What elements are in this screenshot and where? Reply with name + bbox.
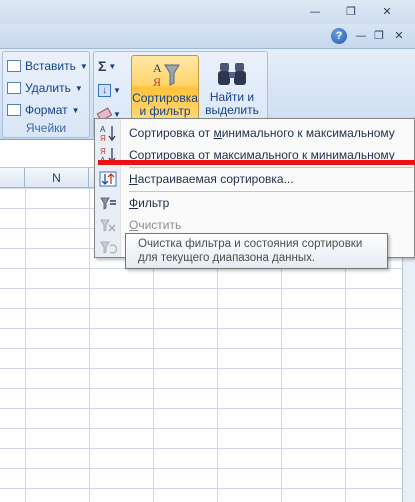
menu-item-label: Сортировка от минимального к максимально… <box>129 126 395 140</box>
restore-icon[interactable]: ❐ <box>340 3 362 21</box>
delete-label: Удалить <box>25 81 71 95</box>
insert-label: Вставить <box>25 59 76 73</box>
menu-item-sort-ascending[interactable]: A Я Сортировка от минимального к максима… <box>96 122 414 144</box>
filter-icon <box>96 192 120 214</box>
find-select-label-line2: выделить <box>205 103 259 117</box>
clear-tooltip: Очистка фильтра и состояния сортировки д… <box>125 233 388 269</box>
reapply-filter-icon <box>96 236 120 258</box>
svg-text:Я: Я <box>100 147 106 156</box>
custom-sort-icon <box>96 168 120 190</box>
workbook-restore-icon[interactable]: ❐ <box>368 27 390 45</box>
delete-cells-icon <box>7 82 21 94</box>
sort-and-filter-button[interactable]: A Я Сортировка и фильтр <box>131 55 199 121</box>
sort-ascending-icon: A Я <box>96 122 120 144</box>
workbook-close-icon[interactable]: ✕ <box>388 27 410 45</box>
menu-item-custom-sort[interactable]: Настраиваемая сортировка... <box>96 168 414 190</box>
red-annotation-line <box>98 160 415 165</box>
close-icon[interactable]: ✕ <box>376 3 398 21</box>
format-cells-icon <box>7 104 21 116</box>
tooltip-line-1: Очистка фильтра и состояния сортировки <box>138 238 363 250</box>
find-and-select-button[interactable]: Найти и выделить <box>198 55 266 121</box>
format-button[interactable]: Формат ▼ <box>7 100 89 120</box>
column-header-partial[interactable] <box>0 168 25 188</box>
ribbon-tab-row: ? — ❐ ✕ <box>0 24 415 48</box>
sort-filter-label-line2: и фильтр <box>139 104 191 118</box>
help-icon[interactable]: ? <box>331 28 347 44</box>
sigma-icon: Σ <box>98 58 107 74</box>
minimize-icon[interactable]: — <box>304 3 326 21</box>
sort-filter-icon: A Я <box>132 58 198 92</box>
autosum-button[interactable]: Σ ▼ <box>98 56 126 76</box>
fill-down-icon: ↓ <box>98 83 111 97</box>
cells-group: Вставить ▼ Удалить ▼ Формат ▼ Ячейки <box>2 51 90 138</box>
menu-item-filter[interactable]: Фильтр <box>96 192 414 214</box>
menu-item-label: Настраиваемая сортировка... <box>129 172 294 186</box>
svg-text:A: A <box>100 125 106 134</box>
column-header-n[interactable]: N <box>25 168 89 188</box>
menu-item-label: Фильтр <box>129 196 170 210</box>
svg-text:A: A <box>153 61 162 75</box>
binoculars-icon <box>198 57 266 91</box>
fill-button[interactable]: ↓ ▼ <box>98 80 126 100</box>
title-bar: — ❐ ✕ <box>0 0 415 24</box>
chevron-down-icon: ▼ <box>79 61 88 71</box>
svg-text:Я: Я <box>100 134 106 142</box>
format-label: Формат <box>25 103 68 117</box>
chevron-down-icon: ▼ <box>113 85 121 95</box>
insert-button[interactable]: Вставить ▼ <box>7 56 89 76</box>
clear-filter-icon <box>96 214 120 236</box>
tooltip-line-2: для текущего диапазона данных. <box>138 252 316 264</box>
svg-text:Я: Я <box>153 75 161 89</box>
delete-button[interactable]: Удалить ▼ <box>7 78 89 98</box>
menu-item-label: Очистить <box>129 218 182 232</box>
cells-group-label: Ячейки <box>25 121 67 135</box>
insert-cells-icon <box>7 60 21 72</box>
chevron-down-icon: ▼ <box>74 83 83 93</box>
chevron-down-icon: ▼ <box>108 61 117 71</box>
chevron-down-icon: ▼ <box>71 105 80 115</box>
